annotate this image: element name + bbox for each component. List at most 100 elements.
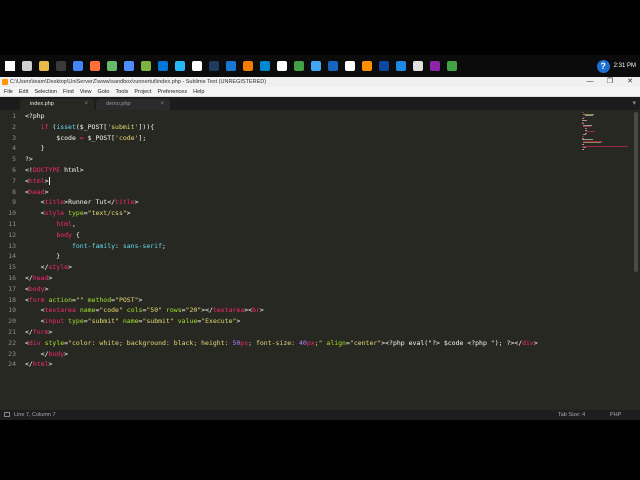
letterbox-top (0, 0, 640, 55)
code-line[interactable]: font-family: sans-serif; (25, 242, 166, 250)
chrome-icon[interactable] (70, 59, 85, 73)
menu-tools[interactable]: Tools (115, 89, 128, 95)
vertical-scrollbar[interactable] (632, 110, 640, 410)
scrollbar-thumb[interactable] (634, 112, 638, 272)
code-editor[interactable]: 1 2 3 4 5 6 7 8 9 10 11 12 13 14 15 16 17 18 19 20 21 22 23 24 … (0, 110, 640, 410)
menu-preferences[interactable]: Preferences (157, 89, 187, 95)
code-line[interactable]: if (isset($_POST['submit'])){ (25, 123, 155, 131)
app-icon[interactable] (189, 59, 204, 73)
code-line[interactable]: </body> (25, 350, 68, 358)
code-line[interactable]: </form> (25, 328, 52, 336)
code-line[interactable]: <html> (25, 176, 50, 185)
code-line[interactable]: <div style="color: white; background: bl… (25, 339, 538, 347)
app-icon[interactable] (138, 59, 153, 73)
code-token: "Execute" (201, 317, 237, 326)
code-line[interactable]: $code = $_POST['code']; (25, 134, 146, 142)
app-icon[interactable] (223, 59, 238, 73)
close-button[interactable]: ✕ (620, 77, 640, 87)
close-icon[interactable]: × (84, 99, 88, 110)
minimap[interactable] (582, 110, 632, 150)
minimap-line (586, 131, 595, 133)
terminal-icon[interactable] (53, 59, 68, 73)
menu-help[interactable]: Help (193, 89, 204, 95)
code-token: action (48, 295, 72, 304)
app-icon[interactable] (257, 59, 272, 73)
vlc-icon[interactable] (359, 59, 374, 73)
close-icon[interactable]: × (160, 99, 164, 110)
code-token: html (32, 360, 49, 369)
code-token: head (32, 274, 49, 282)
app-icon[interactable] (274, 59, 289, 73)
code-token: : (115, 241, 123, 250)
menu-file[interactable]: File (4, 89, 13, 95)
minimize-button[interactable]: — (580, 77, 600, 87)
code-line[interactable]: body { (25, 231, 79, 239)
code-line[interactable]: <?php (25, 112, 45, 120)
app-icon[interactable] (342, 59, 357, 73)
maximize-button[interactable]: ❐ (600, 77, 620, 87)
menu-find[interactable]: Find (63, 89, 74, 95)
code-line[interactable]: </head> (25, 274, 52, 282)
code-line[interactable]: } (25, 144, 45, 152)
app-icon[interactable] (172, 59, 187, 73)
code-token: > (236, 317, 241, 326)
code-line[interactable]: <input type="submit" name="submit" value… (25, 317, 241, 326)
help-icon[interactable]: ? (596, 59, 610, 73)
app-icon[interactable] (427, 59, 442, 73)
menu-goto[interactable]: Goto (98, 89, 110, 95)
code-line[interactable]: <title>Runner Tut</title> (25, 198, 139, 206)
panel-toggle-icon[interactable] (4, 412, 10, 417)
tab-size[interactable]: Tab Size: 4 (558, 412, 585, 418)
app-icon[interactable] (104, 59, 119, 73)
app-icon[interactable] (291, 59, 306, 73)
windows-taskbar: ? 2:31 PM (0, 55, 640, 77)
menu-view[interactable]: View (80, 89, 92, 95)
app-icon[interactable] (325, 59, 340, 73)
tab-index-php[interactable]: index.php × (20, 99, 94, 110)
code-line[interactable]: ?> (25, 155, 33, 163)
app-icon[interactable] (155, 59, 170, 73)
task-view-icon[interactable] (19, 59, 34, 73)
code-token: title (115, 198, 135, 207)
steam-icon[interactable] (206, 59, 221, 73)
code-token: head (28, 187, 45, 196)
menu-edit[interactable]: Edit (19, 89, 28, 95)
code-line[interactable]: } (25, 252, 60, 260)
code-line[interactable]: <form action="" method="POST"> (25, 296, 142, 304)
windows-icon[interactable] (2, 59, 17, 73)
window-titlebar[interactable]: C:\Users\team\Desktop\UniServerZ\www\san… (0, 77, 640, 87)
tray-time[interactable]: 2:31 PM (614, 63, 636, 69)
app-icon[interactable] (393, 59, 408, 73)
app-icon[interactable] (444, 59, 459, 73)
tab-demo-php[interactable]: demo.php × (96, 99, 170, 110)
menu-project[interactable]: Project (134, 89, 151, 95)
code-token: ></ (201, 306, 213, 315)
syntax-mode[interactable]: PHP (610, 412, 621, 418)
firefox-icon[interactable] (87, 59, 102, 73)
code-line[interactable]: </style> (25, 263, 72, 271)
code-token: 'code' (115, 133, 139, 142)
file-explorer-icon[interactable] (36, 59, 51, 73)
menu-selection[interactable]: Selection (34, 89, 57, 95)
code-line[interactable]: <textarea name="code" cols="50" rows="20… (25, 306, 264, 314)
app-icon[interactable] (410, 59, 425, 73)
code-token: form (32, 328, 49, 336)
line-number: 24 (8, 360, 16, 369)
code-line[interactable]: <style type="text/css"> (25, 209, 131, 217)
code-token: } (25, 252, 61, 261)
app-icon[interactable] (121, 59, 136, 73)
app-icon[interactable] (376, 59, 391, 73)
minimap-line (583, 142, 602, 144)
chevron-down-icon[interactable]: ▾ (632, 99, 636, 107)
line-number: 20 (8, 317, 16, 326)
code-line[interactable]: </html> (25, 360, 52, 368)
code-line[interactable]: <head> (25, 188, 49, 196)
code-line[interactable]: <body> (25, 285, 49, 293)
app-icon[interactable] (308, 59, 323, 73)
taskbar-icons (0, 59, 459, 73)
code-line[interactable]: html, (25, 220, 76, 228)
code-area[interactable]: <?php if (isset($_POST['submit'])){ $cod… (25, 110, 575, 410)
app-icon[interactable] (240, 59, 255, 73)
code-line[interactable]: <!DOCTYPE html> (25, 166, 84, 174)
code-token: input (44, 317, 65, 326)
